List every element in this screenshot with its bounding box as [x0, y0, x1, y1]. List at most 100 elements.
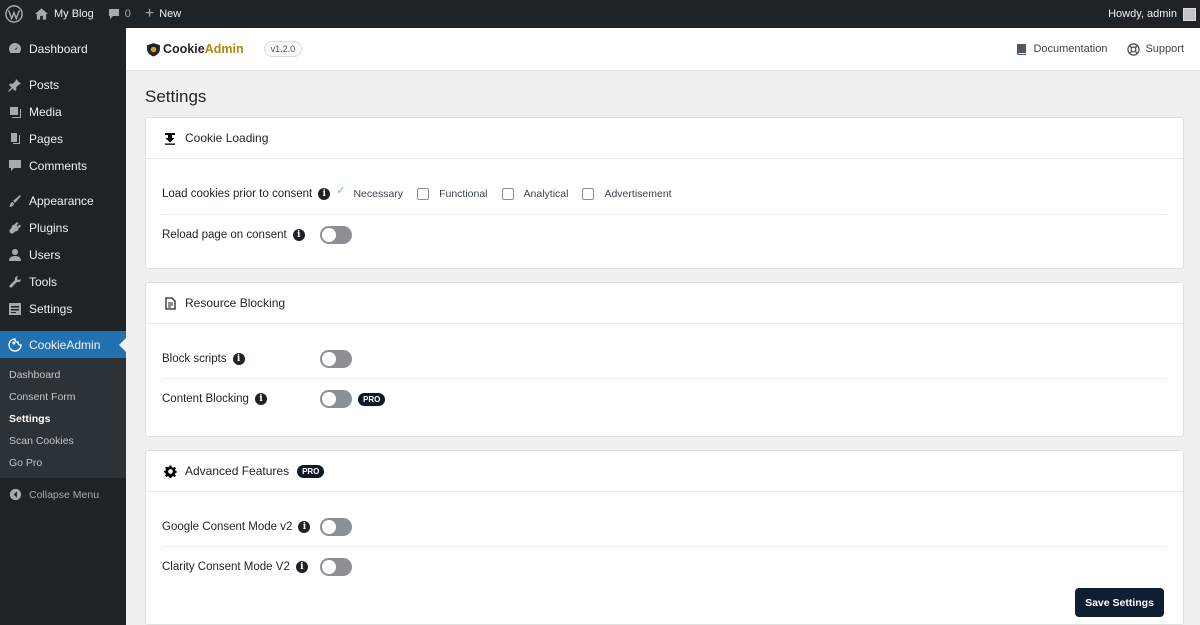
- plugin-header: Cookie Admin v1.2.0 Documentation Support: [126, 28, 1200, 71]
- info-icon[interactable]: i: [298, 520, 311, 533]
- sidebar-item-pages[interactable]: Pages: [0, 125, 126, 152]
- sidebar-item-label: Settings: [29, 301, 73, 316]
- dashboard-icon: [7, 41, 23, 57]
- user-icon: [7, 247, 23, 263]
- support-link[interactable]: Support: [1127, 42, 1184, 56]
- sidebar-item-tools[interactable]: Tools: [0, 268, 126, 295]
- checkbox-box[interactable]: [501, 187, 514, 200]
- sidebar-item-plugins[interactable]: Plugins: [0, 214, 126, 241]
- avatar: [1183, 7, 1196, 21]
- content-blocking-row: Content Blocking i PRO: [162, 379, 1167, 419]
- sidebar-item-users[interactable]: Users: [0, 241, 126, 268]
- info-icon[interactable]: i: [292, 229, 305, 241]
- book-icon: [1016, 43, 1028, 56]
- load-cookies-label: Load cookies prior to consent: [162, 187, 313, 200]
- checkbox-analytical[interactable]: Analytical: [501, 187, 569, 200]
- reload-page-toggle[interactable]: [320, 226, 352, 244]
- clarity-consent-toggle[interactable]: [320, 558, 352, 576]
- cookie-icon: [7, 337, 23, 353]
- new-content-link[interactable]: + New: [138, 0, 188, 28]
- submenu-consent-form[interactable]: Consent Form: [0, 386, 126, 408]
- comment-bubble-icon: [108, 8, 120, 20]
- pages-icon: [7, 131, 23, 147]
- cookie-category-checkboxes: ✓ Necessary Functional Analytical Advert…: [336, 185, 685, 200]
- comments-link[interactable]: 0: [101, 0, 138, 28]
- google-consent-row: Google Consent Mode v2 i: [162, 507, 1167, 547]
- sidebar-item-label: Plugins: [29, 220, 69, 235]
- resource-blocking-card: Resource Blocking Block scripts i Conten…: [145, 282, 1184, 437]
- sidebar-item-label: Appearance: [29, 193, 94, 208]
- advanced-features-card: Advanced Features PRO Google Consent Mod…: [145, 450, 1184, 625]
- sidebar-item-label: Media: [29, 104, 62, 119]
- clarity-consent-row: Clarity Consent Mode V2 i: [162, 547, 1167, 587]
- info-icon[interactable]: i: [295, 561, 308, 573]
- card-header: Advanced Features PRO: [146, 451, 1183, 492]
- collapse-arrow-icon: [7, 487, 23, 503]
- option-label: Analytical: [523, 187, 569, 200]
- content-blocking-toggle[interactable]: [320, 390, 352, 408]
- checkbox-box[interactable]: [417, 187, 430, 200]
- sidebar-item-dashboard[interactable]: Dashboard: [0, 35, 126, 62]
- save-settings-button[interactable]: Save Settings: [1075, 588, 1164, 617]
- sidebar-item-appearance[interactable]: Appearance: [0, 187, 126, 214]
- submenu-settings[interactable]: Settings: [0, 408, 126, 430]
- sidebar-item-label: CookieAdmin: [29, 337, 101, 352]
- info-icon[interactable]: i: [232, 352, 245, 365]
- submenu-dashboard[interactable]: Dashboard: [0, 364, 126, 386]
- main-content: Cookie Admin v1.2.0 Documentation Support…: [126, 28, 1200, 625]
- comments-count: 0: [124, 8, 131, 20]
- media-icon: [7, 104, 23, 120]
- shield-cookie-icon: [146, 42, 161, 57]
- plus-icon: +: [144, 5, 155, 22]
- google-consent-label: Google Consent Mode v2: [162, 520, 293, 533]
- submenu-go-pro[interactable]: Go Pro: [0, 452, 126, 474]
- site-name: My Blog: [54, 8, 94, 20]
- sidebar-item-settings[interactable]: Settings: [0, 295, 126, 322]
- site-name-link[interactable]: My Blog: [28, 0, 101, 28]
- sidebar-item-label: Tools: [29, 274, 58, 289]
- documentation-link[interactable]: Documentation: [1016, 43, 1107, 56]
- checkbox-functional[interactable]: Functional: [417, 187, 488, 200]
- submenu-scan-cookies[interactable]: Scan Cookies: [0, 430, 126, 452]
- content-blocking-label: Content Blocking: [162, 393, 249, 405]
- sidebar-item-label: Users: [29, 247, 61, 262]
- sidebar-item-cookieadmin[interactable]: CookieAdmin: [0, 331, 126, 358]
- admin-bar: My Blog 0 + New Howdy, admin: [0, 0, 1200, 28]
- settings-icon: [7, 301, 23, 317]
- account-menu[interactable]: Howdy, admin: [1101, 0, 1200, 28]
- info-icon[interactable]: i: [254, 393, 267, 405]
- gear-icon: [163, 464, 177, 478]
- sidebar-item-label: Dashboard: [29, 41, 88, 56]
- checkbox-box[interactable]: [582, 187, 595, 200]
- comment-icon: [7, 158, 23, 174]
- sidebar-item-comments[interactable]: Comments: [0, 152, 126, 179]
- checkbox-advertisement[interactable]: Advertisement: [582, 187, 672, 200]
- checkbox-necessary[interactable]: ✓ Necessary: [336, 185, 403, 200]
- brush-icon: [7, 193, 23, 209]
- sidebar-item-posts[interactable]: Posts: [0, 71, 126, 98]
- collapse-menu-button[interactable]: Collapse Menu: [0, 481, 126, 508]
- card-title: Advanced Features: [185, 464, 290, 478]
- wrench-icon: [7, 274, 23, 290]
- sidebar-item-label: Pages: [29, 131, 64, 146]
- document-icon: [163, 296, 177, 310]
- info-icon[interactable]: i: [318, 187, 331, 200]
- block-scripts-row: Block scripts i: [162, 339, 1167, 379]
- download-icon: [163, 131, 177, 145]
- sidebar-item-media[interactable]: Media: [0, 98, 126, 125]
- card-title: Cookie Loading: [185, 131, 269, 145]
- google-consent-toggle[interactable]: [320, 517, 352, 536]
- pro-badge: PRO: [297, 464, 325, 478]
- reload-page-label: Reload page on consent: [162, 229, 287, 241]
- cookieadmin-logo[interactable]: Cookie Admin: [146, 42, 244, 57]
- card-header: Cookie Loading: [146, 118, 1183, 159]
- block-scripts-toggle[interactable]: [320, 349, 352, 368]
- clarity-consent-label: Clarity Consent Mode V2: [162, 561, 290, 573]
- documentation-label: Documentation: [1033, 43, 1108, 55]
- load-cookies-row: Load cookies prior to consent i ✓ Necess…: [162, 173, 1167, 215]
- wordpress-logo-icon[interactable]: [0, 0, 28, 28]
- admin-sidebar: Dashboard Posts Media Pages Comments App…: [0, 28, 126, 625]
- card-title: Resource Blocking: [185, 296, 286, 310]
- new-label: New: [159, 8, 182, 20]
- option-label: Advertisement: [604, 187, 672, 200]
